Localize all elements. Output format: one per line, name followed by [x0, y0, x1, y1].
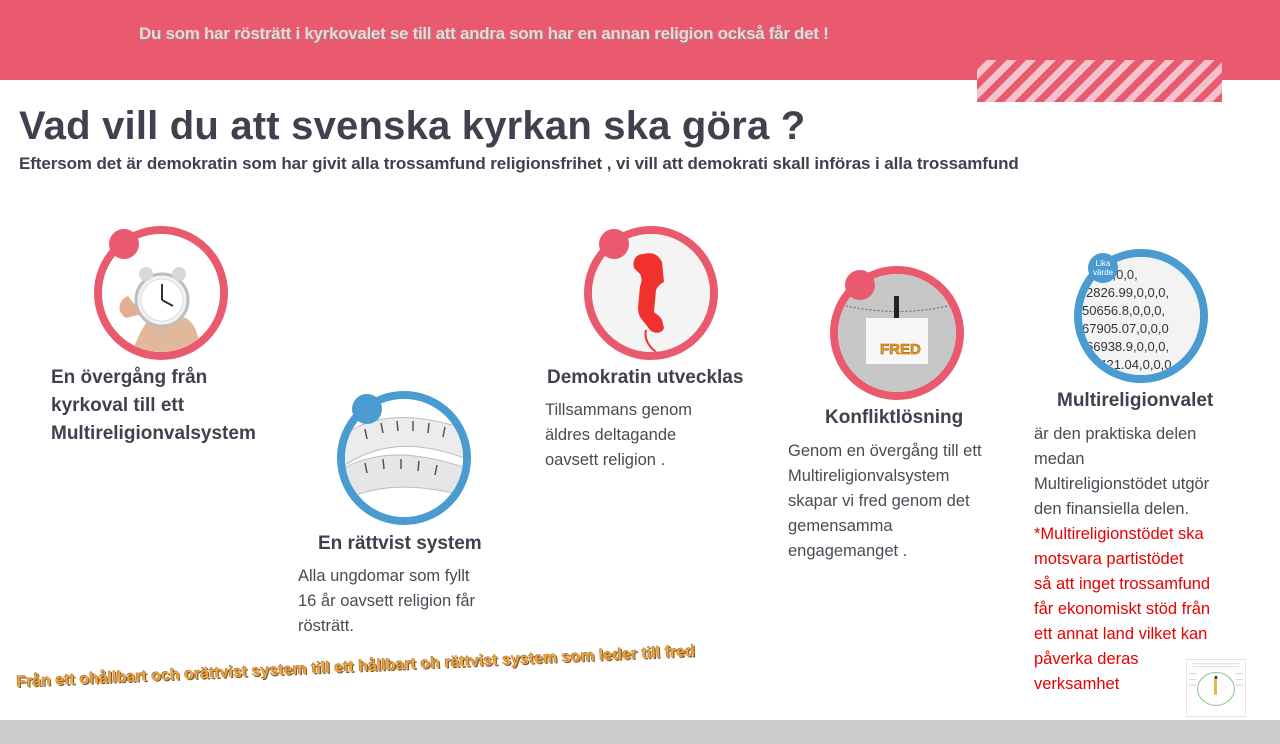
item-tag-dot [352, 394, 382, 424]
item-tag-dot [109, 229, 139, 259]
item-5-heading: Multireligionvalet [1057, 390, 1214, 411]
item-4-heading: Konfliktlösning [825, 407, 964, 428]
slide-thumbnail-image [1186, 659, 1246, 717]
striped-decoration [977, 60, 1222, 102]
svg-text:6421.04,0,0,0: 6421.04,0,0,0 [1092, 357, 1172, 372]
item-3-body: Tillsammans genom äldres deltagande oavs… [545, 401, 693, 469]
svg-text:66938.9,0,0,0,: 66938.9,0,0,0, [1086, 339, 1169, 354]
lika-varde-badge: Lika värde [1088, 253, 1118, 283]
banner-text: Du som har rösträtt i kyrkovalet se till… [139, 24, 829, 43]
svg-text:2826.99,0,0,0,: 2826.99,0,0,0, [1086, 285, 1169, 300]
bottom-bar [0, 720, 1280, 744]
page-subtitle: Eftersom det är demokratin som har givit… [19, 154, 1019, 173]
item-4-body: Genom en övergång till ett Multireligion… [788, 442, 982, 560]
footer-slogan: Från ett ohållbart och orättvist system … [16, 643, 696, 691]
item-1-heading: En övergång från kyrkoval till ett Multi… [51, 367, 256, 444]
item-tag-dot [845, 270, 875, 300]
svg-text:50656.8,0,0,0,: 50656.8,0,0,0, [1082, 303, 1165, 318]
item-2-heading: En rättvist system [318, 533, 482, 554]
svg-text:FRED: FRED [880, 341, 921, 358]
item-tag-dot [599, 229, 629, 259]
page-title: Vad vill du att svenska kyrkan ska göra … [19, 104, 806, 148]
item-2-body: Alla ungdomar som fyllt 16 år oavsett re… [298, 567, 476, 635]
svg-text:67905.07,0,0,0: 67905.07,0,0,0 [1082, 321, 1169, 336]
item-3-heading: Demokratin utvecklas [547, 367, 744, 388]
item-5-body: är den praktiska delen medan Multireligi… [1034, 425, 1211, 693]
